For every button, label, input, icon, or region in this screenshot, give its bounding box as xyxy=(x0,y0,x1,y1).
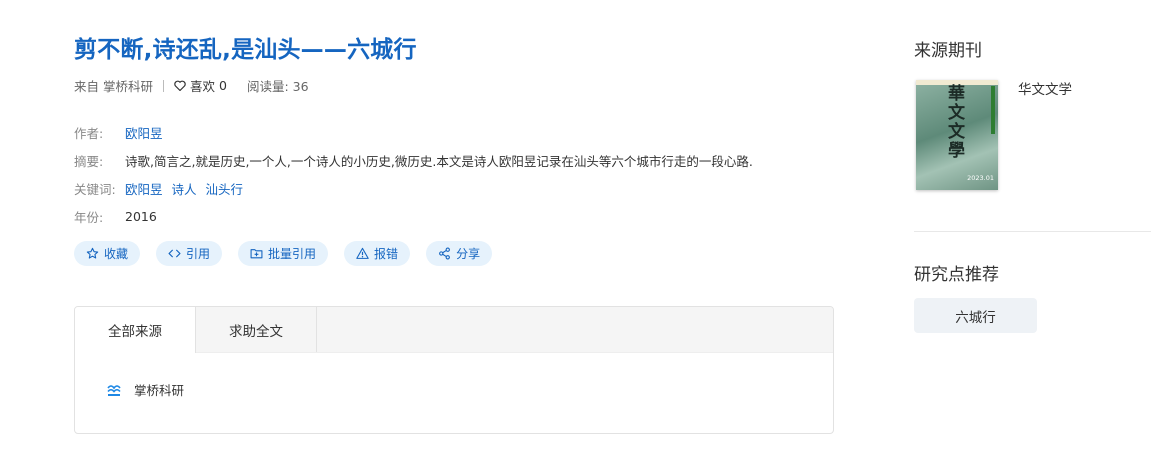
heart-icon xyxy=(174,80,186,91)
journal-name-link[interactable]: 华文文学 xyxy=(1018,78,1072,98)
author-label: 作者: xyxy=(74,125,104,141)
cover-title: 華文文學 xyxy=(944,84,964,160)
abstract-text: 诗歌,简言之,就是历史,一个人,一个诗人的小历史,微历史.本文是诗人欧阳昱记录在… xyxy=(125,153,753,169)
star-icon xyxy=(86,247,99,259)
report-label: 报错 xyxy=(374,247,399,261)
like-count: 0 xyxy=(219,78,227,93)
share-label: 分享 xyxy=(456,247,481,261)
warning-icon xyxy=(356,247,369,259)
tab-all-sources[interactable]: 全部来源 xyxy=(75,307,196,353)
keywords-label: 关键词: xyxy=(74,181,116,197)
abstract-label: 摘要: xyxy=(74,153,104,169)
journal-heading: 来源期刊 xyxy=(914,41,982,61)
collect-button[interactable]: 收藏 xyxy=(74,241,141,266)
article-title: 剪不断,诗还乱,是汕头——六城行 xyxy=(74,37,417,63)
share-icon xyxy=(439,247,450,260)
article-meta: 来自 掌桥科研 喜欢 0 阅读量: 36 xyxy=(74,76,309,95)
keywords-row: 关键词: 欧阳昱 诗人 汕头行 xyxy=(74,174,753,202)
like-button[interactable]: 喜欢 0 xyxy=(174,76,227,95)
action-bar: 收藏 引用 批量引用 报错 分享 xyxy=(74,241,508,266)
views-label: 阅读量: xyxy=(246,79,289,94)
source-item[interactable]: 掌桥科研 xyxy=(107,380,184,399)
author-link[interactable]: 欧阳昱 xyxy=(125,123,163,142)
author-row: 作者: 欧阳昱 xyxy=(74,118,753,146)
sources-panel: 全部来源 求助全文 掌桥科研 xyxy=(74,306,834,434)
collect-label: 收藏 xyxy=(104,247,129,261)
journal-cover[interactable]: 華文文學 2023.01 xyxy=(916,80,998,190)
year-value: 2016 xyxy=(125,208,157,224)
cover-spine xyxy=(991,86,995,134)
cover-issue: 2023.01 xyxy=(967,174,994,182)
source-name[interactable]: 掌桥科研 xyxy=(103,76,153,95)
report-button[interactable]: 报错 xyxy=(344,241,411,266)
abstract-row: 摘要: 诗歌,简言之,就是历史,一个人,一个诗人的小历史,微历史.本文是诗人欧阳… xyxy=(74,146,753,174)
tab-request-fulltext[interactable]: 求助全文 xyxy=(196,307,317,352)
cite-button[interactable]: 引用 xyxy=(156,241,223,266)
batch-cite-button[interactable]: 批量引用 xyxy=(238,241,329,266)
folder-add-icon xyxy=(250,249,263,259)
source-item-label: 掌桥科研 xyxy=(134,383,185,398)
keyword-link[interactable]: 欧阳昱 xyxy=(125,179,163,198)
research-tag[interactable]: 六城行 xyxy=(914,298,1037,333)
batch-cite-label: 批量引用 xyxy=(268,247,317,261)
keyword-link[interactable]: 诗人 xyxy=(172,179,197,198)
cite-label: 引用 xyxy=(186,247,211,261)
research-heading: 研究点推荐 xyxy=(914,265,999,285)
sidebar-divider xyxy=(914,231,1151,232)
views-count: 36 xyxy=(292,79,309,94)
views: 阅读量: 36 xyxy=(247,76,309,95)
source-prefix: 来自 xyxy=(74,79,100,94)
article-info: 作者: 欧阳昱 摘要: 诗歌,简言之,就是历史,一个人,一个诗人的小历史,微历史… xyxy=(74,118,753,230)
sources-tabs: 全部来源 求助全文 xyxy=(75,307,833,353)
year-label: 年份: xyxy=(74,209,104,225)
share-button[interactable]: 分享 xyxy=(426,241,493,266)
keyword-link[interactable]: 汕头行 xyxy=(206,179,244,198)
like-label: 喜欢 xyxy=(190,79,216,94)
year-row: 年份: 2016 xyxy=(74,202,753,230)
zhangqiao-logo-icon xyxy=(107,384,121,396)
code-icon xyxy=(168,249,181,258)
meta-divider xyxy=(163,79,165,92)
